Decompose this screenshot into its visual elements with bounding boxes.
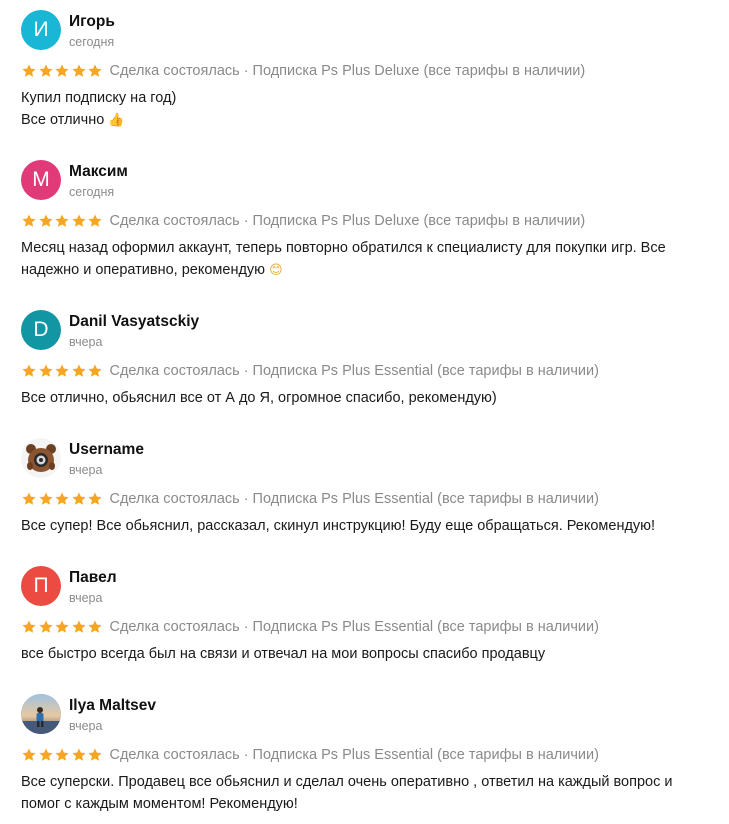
star-icon bbox=[88, 364, 102, 377]
review-meta: Сделка состоялась · Подписка Ps Plus Ess… bbox=[21, 617, 599, 637]
star-icon bbox=[71, 64, 86, 77]
review-text-fragment: надежно и оперативно, рекомендую bbox=[21, 262, 266, 278]
star-icon bbox=[38, 214, 53, 227]
review-text-line: Все отлично, обьяснил все от А до Я, огр… bbox=[21, 390, 497, 406]
meta-separator: · bbox=[243, 491, 249, 507]
review-text: все быстро всегда был на связи и отвечал… bbox=[21, 643, 721, 665]
star-icon bbox=[22, 364, 36, 377]
star-icon bbox=[71, 492, 86, 505]
product-link[interactable]: Подписка Ps Plus Deluxe (все тарифы в на… bbox=[253, 213, 586, 229]
star-icon bbox=[55, 492, 69, 505]
star-icon bbox=[22, 748, 36, 761]
star-icon bbox=[38, 64, 53, 77]
review-text-line: все быстро всегда был на связи и отвечал… bbox=[21, 646, 546, 662]
review-text-line: Месяц назад оформил аккаунт, теперь повт… bbox=[21, 240, 666, 256]
star-icon bbox=[38, 492, 53, 505]
avatar[interactable]: П bbox=[21, 566, 61, 606]
review-date: вчера bbox=[69, 719, 103, 733]
reviewer-name[interactable]: Максим bbox=[69, 163, 128, 181]
rating-stars bbox=[21, 363, 104, 379]
star-icon bbox=[55, 214, 69, 227]
avatar[interactable]: М bbox=[21, 160, 61, 200]
rating-stars bbox=[21, 491, 104, 507]
thumbs-up-emoji-icon: 👍 bbox=[108, 113, 125, 128]
deal-status: Сделка состоялась bbox=[109, 63, 240, 79]
star-icon bbox=[88, 492, 102, 505]
meta-separator: · bbox=[243, 619, 249, 635]
star-icon bbox=[55, 364, 69, 377]
star-icon bbox=[88, 214, 102, 227]
star-icon bbox=[22, 214, 36, 227]
review-text: Все супер! Все обьяснил, рассказал, скин… bbox=[21, 515, 721, 537]
rating-stars bbox=[21, 63, 104, 79]
reviewer-name[interactable]: Danil Vasyatsckiy bbox=[69, 313, 199, 331]
deal-status: Сделка состоялась bbox=[109, 747, 240, 763]
smile-emoji-icon: 😊 bbox=[269, 263, 283, 278]
star-icon bbox=[88, 64, 102, 77]
rating-stars bbox=[21, 747, 104, 763]
review-date: вчера bbox=[69, 591, 103, 605]
review-meta: Сделка состоялась · Подписка Ps Plus Del… bbox=[21, 211, 585, 231]
star-icon bbox=[71, 214, 86, 227]
meta-separator: · bbox=[243, 213, 249, 229]
rating-stars bbox=[21, 619, 104, 635]
review-text: Купил подписку на год) Все отлично 👍 bbox=[21, 87, 721, 132]
review-date: вчера bbox=[69, 463, 103, 477]
review-text: Все суперски. Продавец все обьяснил и сд… bbox=[21, 771, 721, 815]
product-link[interactable]: Подписка Ps Plus Essential (все тарифы в… bbox=[253, 363, 599, 379]
deal-status: Сделка состоялась bbox=[109, 619, 240, 635]
star-icon bbox=[71, 620, 86, 633]
review-date: сегодня bbox=[69, 35, 115, 49]
review-text-line: Все отлично 👍 bbox=[21, 109, 721, 132]
star-icon bbox=[71, 364, 86, 377]
product-link[interactable]: Подписка Ps Plus Deluxe (все тарифы в на… bbox=[253, 63, 586, 79]
review-meta: Сделка состоялась · Подписка Ps Plus Ess… bbox=[21, 361, 599, 381]
reviewer-name[interactable]: Username bbox=[69, 441, 144, 459]
star-icon bbox=[71, 748, 86, 761]
reviewer-name[interactable]: Павел bbox=[69, 569, 117, 587]
rating-stars bbox=[21, 213, 104, 229]
star-icon bbox=[55, 64, 69, 77]
review-meta: Сделка состоялась · Подписка Ps Plus Ess… bbox=[21, 745, 599, 765]
deal-status: Сделка состоялась bbox=[109, 363, 240, 379]
avatar[interactable]: И bbox=[21, 10, 61, 50]
review-text-line: Купил подписку на год) bbox=[21, 90, 177, 106]
star-icon bbox=[38, 364, 53, 377]
product-link[interactable]: Подписка Ps Plus Essential (все тарифы в… bbox=[253, 491, 599, 507]
review-text-line: Все суперски. Продавец все обьяснил и сд… bbox=[21, 774, 673, 790]
star-icon bbox=[38, 748, 53, 761]
review-text-fragment: Все отлично bbox=[21, 112, 105, 128]
reviewer-name[interactable]: Игорь bbox=[69, 13, 115, 31]
star-icon bbox=[38, 620, 53, 633]
review-text: Все отлично, обьяснил все от А до Я, огр… bbox=[21, 387, 721, 409]
review-text-line: помог с каждым моментом! Рекомендую! bbox=[21, 796, 298, 812]
reviews-list: И Игорь сегодня Сделка состоялась · Подп… bbox=[0, 0, 729, 824]
meta-separator: · bbox=[243, 63, 249, 79]
reviewer-name[interactable]: Ilya Maltsev bbox=[69, 697, 156, 715]
sunset-photo-avatar[interactable] bbox=[21, 694, 61, 734]
review-date: сегодня bbox=[69, 185, 115, 199]
bear-photo-avatar[interactable] bbox=[21, 438, 61, 478]
star-icon bbox=[88, 748, 102, 761]
product-link[interactable]: Подписка Ps Plus Essential (все тарифы в… bbox=[253, 619, 599, 635]
review-date: вчера bbox=[69, 335, 103, 349]
review-text-line: надежно и оперативно, рекомендую 😊 bbox=[21, 259, 721, 282]
deal-status: Сделка состоялась bbox=[109, 491, 240, 507]
review-meta: Сделка состоялась · Подписка Ps Plus Del… bbox=[21, 61, 585, 81]
avatar[interactable]: D bbox=[21, 310, 61, 350]
meta-separator: · bbox=[243, 747, 249, 763]
product-link[interactable]: Подписка Ps Plus Essential (все тарифы в… bbox=[253, 747, 599, 763]
review-text-line: Все супер! Все обьяснил, рассказал, скин… bbox=[21, 518, 656, 534]
star-icon bbox=[22, 620, 36, 633]
review-meta: Сделка состоялась · Подписка Ps Plus Ess… bbox=[21, 489, 599, 509]
star-icon bbox=[22, 492, 36, 505]
star-icon bbox=[55, 620, 69, 633]
star-icon bbox=[22, 64, 36, 77]
deal-status: Сделка состоялась bbox=[109, 213, 240, 229]
review-text: Месяц назад оформил аккаунт, теперь повт… bbox=[21, 237, 721, 282]
star-icon bbox=[55, 748, 69, 761]
meta-separator: · bbox=[243, 363, 249, 379]
star-icon bbox=[88, 620, 102, 633]
